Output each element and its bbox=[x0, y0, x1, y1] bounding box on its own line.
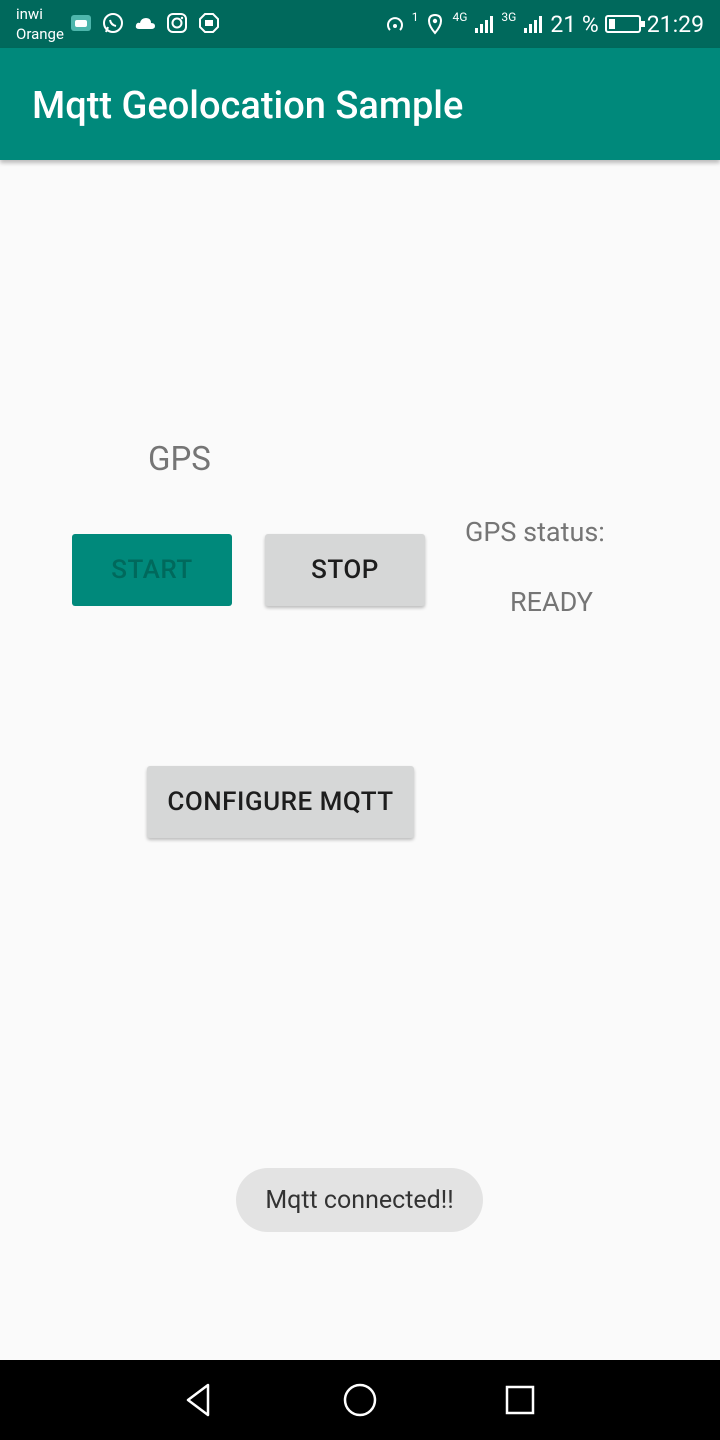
signal-icon bbox=[475, 16, 494, 33]
shield-icon bbox=[199, 13, 219, 33]
android-icon bbox=[71, 15, 91, 31]
location-icon bbox=[428, 13, 443, 35]
battery-percent: 21 % bbox=[550, 10, 599, 38]
instagram-icon bbox=[167, 13, 187, 33]
app-title: Mqtt Geolocation Sample bbox=[32, 84, 464, 128]
stop-button[interactable]: STOP bbox=[265, 534, 425, 606]
gps-status-label: GPS status: bbox=[465, 516, 605, 548]
home-icon[interactable] bbox=[340, 1380, 380, 1420]
notification-icons bbox=[70, 12, 220, 34]
recents-icon[interactable] bbox=[500, 1380, 540, 1420]
network-3g: 3G bbox=[501, 10, 517, 24]
whatsapp-icon bbox=[103, 13, 123, 33]
carrier-line2: Orange bbox=[16, 25, 64, 43]
network-4g: 4G bbox=[452, 10, 468, 24]
signal-superscript: 1 bbox=[411, 10, 419, 24]
hotspot-icon bbox=[386, 17, 403, 31]
navigation-bar bbox=[0, 1360, 720, 1440]
signal-icon bbox=[524, 16, 543, 33]
battery-fill bbox=[608, 19, 615, 29]
toast-message: Mqtt connected!! bbox=[236, 1168, 483, 1232]
gps-label: GPS bbox=[148, 440, 211, 479]
start-button[interactable]: START bbox=[72, 534, 232, 606]
status-right: 1 4G 3G 21 % 21:29 bbox=[384, 0, 704, 48]
clock: 21:29 bbox=[646, 10, 704, 38]
battery-icon bbox=[604, 15, 645, 33]
configure-mqtt-button[interactable]: CONFIGURE MQTT bbox=[147, 766, 414, 838]
app-bar: Mqtt Geolocation Sample bbox=[0, 48, 720, 160]
status-bar: inwi Orange 1 4G 3G 21 % 21:29 bbox=[0, 0, 720, 48]
cloud-icon bbox=[135, 18, 155, 29]
back-icon[interactable] bbox=[180, 1380, 220, 1420]
gps-status-value: READY bbox=[510, 586, 593, 618]
carrier-info: inwi Orange bbox=[16, 4, 64, 44]
carrier-line1: inwi bbox=[16, 5, 43, 23]
